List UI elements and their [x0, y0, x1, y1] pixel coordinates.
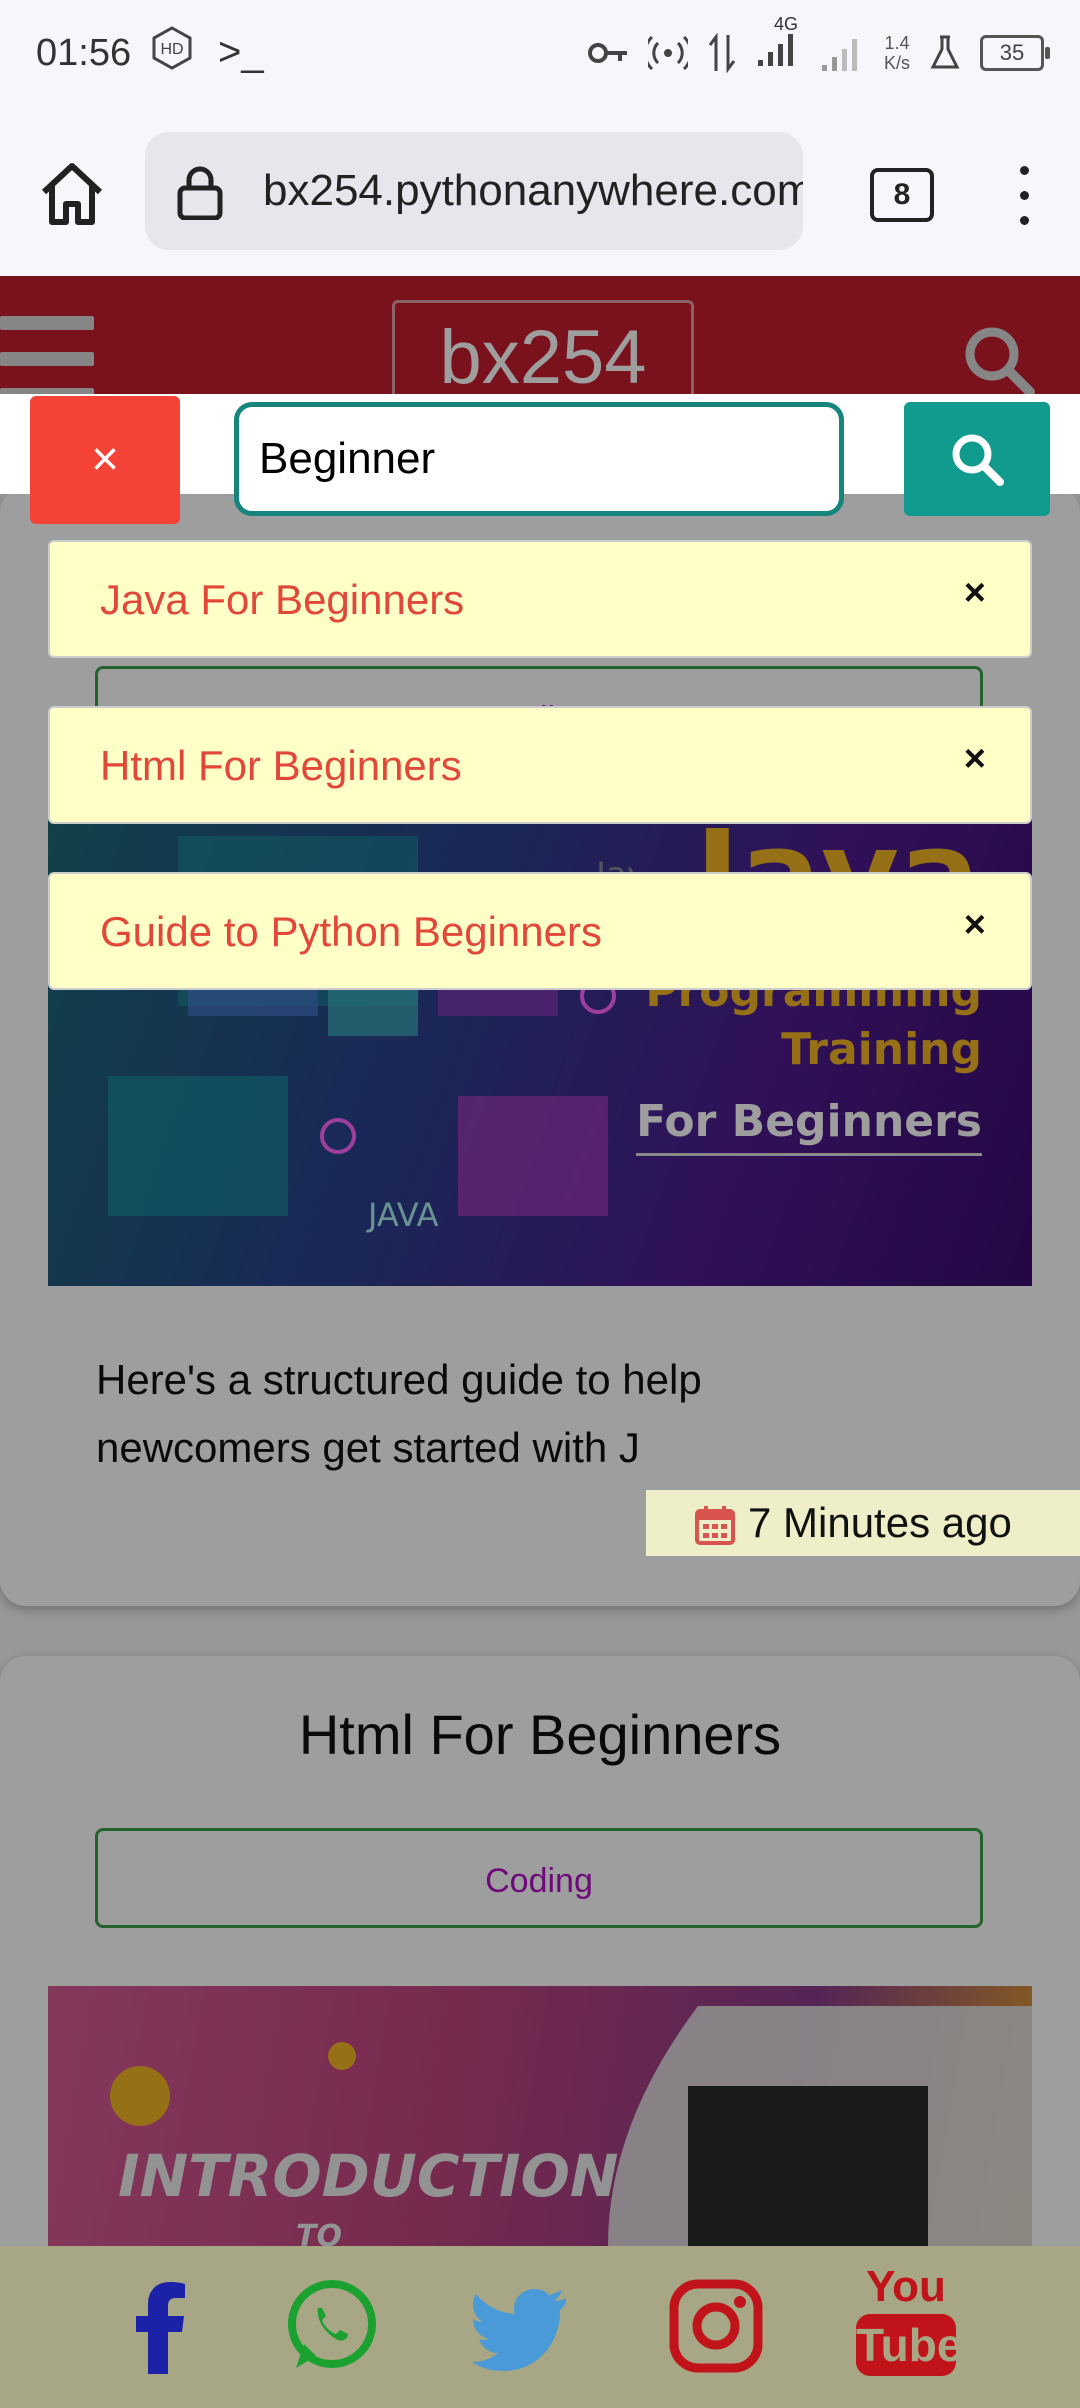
suggestion-label[interactable]: Java For Beginners	[100, 576, 464, 624]
instagram-icon[interactable]	[666, 2276, 766, 2376]
url-text: bx254.pythonanywhere.com	[263, 166, 803, 215]
svg-text:HD: HD	[160, 41, 183, 58]
calendar-icon	[695, 1506, 735, 1545]
hotspot-icon	[647, 35, 688, 71]
search-icon	[952, 434, 1004, 486]
remove-suggestion-icon[interactable]: ×	[964, 738, 986, 781]
close-search-button[interactable]: ×	[30, 396, 180, 524]
signal-icon	[821, 39, 857, 71]
lock-icon	[177, 166, 223, 220]
youtube-you: You	[866, 2262, 946, 2311]
search-submit-button[interactable]	[904, 402, 1050, 516]
suggestion-label[interactable]: Guide to Python Beginners	[100, 908, 602, 956]
network-type: 4G	[773, 14, 798, 34]
status-time: 01:56	[36, 32, 132, 74]
key-icon	[587, 43, 627, 63]
status-bar: 01:56 HD >_ 4G 1.4 K/s 35	[0, 0, 1080, 110]
youtube-tube: Tube	[856, 2314, 962, 2376]
speed-unit: K/s	[883, 53, 910, 73]
address-bar[interactable]: bx254.pythonanywhere.com	[145, 132, 803, 250]
post-time-badge: 7 Minutes ago	[646, 1490, 1080, 1556]
remove-suggestion-icon[interactable]: ×	[964, 572, 986, 615]
suggestion-label[interactable]: Html For Beginners	[100, 742, 462, 790]
flask-icon	[930, 35, 960, 69]
data-arrows-icon	[708, 33, 736, 73]
search-input[interactable]	[234, 402, 844, 516]
home-icon[interactable]	[36, 158, 108, 230]
battery-indicator: 35	[980, 35, 1050, 71]
youtube-icon[interactable]: You Tube	[856, 2262, 962, 2384]
more-options-icon[interactable]	[1014, 166, 1034, 226]
hd-icon: HD	[152, 26, 192, 70]
post-time: 7 Minutes ago	[748, 1499, 1012, 1546]
browser-toolbar: bx254.pythonanywhere.com 8	[0, 110, 1080, 276]
twitter-icon[interactable]	[472, 2276, 572, 2376]
status-icons: 4G 1.4 K/s 35	[587, 14, 1050, 78]
search-suggestion[interactable]: Html For Beginners ×	[48, 706, 1032, 824]
search-suggestion[interactable]: Java For Beginners ×	[48, 540, 1032, 658]
facebook-icon[interactable]	[110, 2276, 210, 2376]
net-speed: 1.4 K/s	[884, 33, 910, 73]
search-suggestion[interactable]: Guide to Python Beginners ×	[48, 872, 1032, 990]
social-footer: You Tube	[0, 2246, 1080, 2408]
whatsapp-icon[interactable]	[282, 2276, 382, 2376]
tab-switcher-button[interactable]: 8	[870, 168, 934, 222]
speed-value: 1.4	[884, 33, 910, 53]
remove-suggestion-icon[interactable]: ×	[964, 904, 986, 947]
terminal-icon: >_	[218, 30, 264, 74]
signal-4g: 4G	[756, 14, 800, 78]
